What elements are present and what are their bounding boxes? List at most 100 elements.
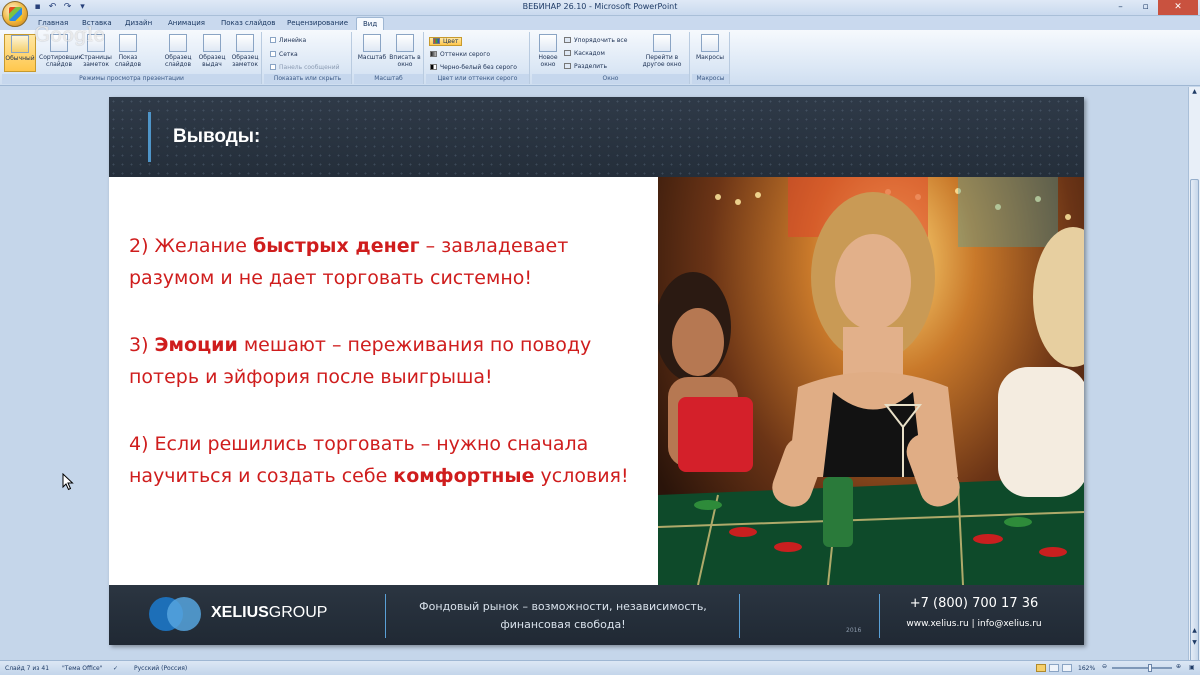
- close-icon[interactable]: ✕: [1158, 0, 1198, 15]
- black-white-option[interactable]: Черно-белый без серого: [430, 64, 517, 71]
- slideshow-button[interactable]: Показ слайдов: [112, 34, 144, 68]
- slideshow-icon: [119, 34, 137, 52]
- group-label-show-hide: Показать или скрыть: [264, 74, 351, 84]
- status-bar: Слайд 7 из 41 "Тема Office" ✓ Русский (Р…: [0, 660, 1200, 675]
- color-option[interactable]: Цвет: [429, 37, 463, 46]
- point-2: 2) Желание быстрых денег – завладевает р…: [129, 235, 569, 289]
- maximize-icon[interactable]: ▫: [1133, 0, 1158, 15]
- macros-button[interactable]: Макросы: [694, 34, 726, 61]
- zoom-button[interactable]: Масштаб: [356, 34, 388, 61]
- split-icon: [564, 63, 571, 69]
- magnifier-icon: [363, 34, 381, 52]
- group-color: Цвет Оттенки серого Черно-белый без серо…: [426, 32, 530, 84]
- new-window-button[interactable]: Новое окно: [532, 34, 564, 68]
- zoom-level[interactable]: 162%: [1078, 665, 1095, 672]
- brand-logo-text: XELIUSGROUP: [211, 604, 328, 621]
- spellcheck-icon[interactable]: ✓: [113, 665, 118, 672]
- slideshow-status-icon[interactable]: [1062, 664, 1072, 672]
- tab-slideshow[interactable]: Показ слайдов: [215, 17, 281, 29]
- slide[interactable]: Выводы: 2) Желание быстрых денег – завла…: [109, 97, 1084, 645]
- macros-icon: [701, 34, 719, 52]
- tab-view[interactable]: Вид: [356, 17, 385, 30]
- ribbon: Обычный Сортировщик слайдов Страницы зам…: [0, 30, 1200, 86]
- casino-photo[interactable]: [658, 177, 1084, 585]
- ruler-checkbox[interactable]: Линейка: [270, 37, 306, 44]
- new-window-icon: [539, 34, 557, 52]
- google-watermark: Google: [34, 22, 106, 46]
- handout-master-button[interactable]: Образец выдач: [196, 34, 228, 68]
- notes-master-icon: [236, 34, 254, 52]
- scroll-up-icon[interactable]: ▲: [1190, 88, 1199, 97]
- footer-tagline: Фондовый рынок – возможности, независимо…: [393, 598, 733, 634]
- arrange-all-icon: [564, 37, 571, 43]
- vertical-scrollbar[interactable]: ▲ ▲ ▼: [1188, 87, 1200, 675]
- footer-divider: [739, 594, 740, 638]
- point-4: 4) Если решились торговать – нужно снача…: [129, 433, 629, 487]
- fit-window-icon: [396, 34, 414, 52]
- switch-window-icon: [653, 34, 671, 52]
- cascade-button[interactable]: Каскадом: [564, 50, 605, 57]
- tab-review[interactable]: Рецензирование: [281, 17, 354, 29]
- notes-master-button[interactable]: Образец заметок: [229, 34, 261, 68]
- grayscale-option[interactable]: Оттенки серого: [430, 51, 490, 58]
- mouse-cursor-icon: [62, 473, 74, 491]
- zoom-out-icon[interactable]: ⊖: [1102, 663, 1107, 670]
- slide-master-button[interactable]: Образец слайдов: [162, 34, 194, 68]
- grayscale-swatch-icon: [430, 51, 437, 57]
- group-zoom: Масштаб Вписать в окно Масштаб: [354, 32, 424, 84]
- group-show-hide: Линейка Сетка Панель сообщений Показать …: [264, 32, 352, 84]
- header-accent-bar: [148, 112, 151, 162]
- status-slide-info: Слайд 7 из 41: [5, 665, 50, 672]
- scrollbar-thumb[interactable]: [1190, 179, 1199, 675]
- tab-animation[interactable]: Анимация: [162, 17, 211, 29]
- slide-header: Выводы:: [109, 97, 1084, 177]
- xelius-logo-icon-overlay: [167, 597, 201, 631]
- group-label-color: Цвет или оттенки серого: [426, 74, 529, 84]
- footer-phone: +7 (800) 700 17 36: [909, 596, 1039, 611]
- zoom-in-icon[interactable]: ⊕: [1176, 663, 1181, 670]
- normal-view-status-icon[interactable]: [1036, 664, 1046, 672]
- office-button[interactable]: [2, 1, 28, 27]
- status-theme: "Тема Office": [62, 665, 103, 672]
- window-title: ВЕБИНАР 26.10 - Microsoft PowerPoint: [522, 2, 678, 11]
- group-label-window: Окно: [532, 74, 689, 84]
- tagline-line-2: финансовая свобода!: [500, 618, 626, 631]
- office-logo-icon: [9, 7, 22, 21]
- slide-footer: XELIUSGROUP Фондовый рынок – возможности…: [109, 585, 1084, 645]
- switch-window-button[interactable]: Перейти в другое окно: [638, 34, 686, 68]
- split-button[interactable]: Разделить: [564, 63, 607, 70]
- grid-checkbox[interactable]: Сетка: [270, 51, 298, 58]
- group-label-macros: Макросы: [692, 74, 729, 84]
- handout-master-icon: [203, 34, 221, 52]
- sorter-view-status-icon[interactable]: [1049, 664, 1059, 672]
- cascade-icon: [564, 50, 571, 56]
- zoom-slider-thumb[interactable]: [1148, 664, 1152, 672]
- color-swatch-icon: [433, 38, 440, 44]
- footer-website: www.xelius.ru | info@xelius.ru: [906, 619, 1042, 629]
- group-macros: Макросы Макросы: [692, 32, 730, 84]
- tagline-line-1: Фондовый рынок – возможности, независимо…: [419, 600, 707, 613]
- slide-master-icon: [169, 34, 187, 52]
- black-white-swatch-icon: [430, 64, 437, 70]
- group-label-views: Режимы просмотра презентации: [2, 74, 261, 84]
- normal-view-icon: [11, 35, 29, 53]
- slide-title[interactable]: Выводы:: [173, 126, 260, 148]
- zoom-slider[interactable]: [1112, 667, 1172, 669]
- point-3: 3) Эмоции мешают – переживания по поводу…: [129, 334, 592, 388]
- status-language[interactable]: Русский (Россия): [134, 665, 187, 672]
- arrange-all-button[interactable]: Упорядочить все: [564, 37, 627, 44]
- normal-view-button[interactable]: Обычный: [4, 34, 36, 72]
- next-slide-icon[interactable]: ▼: [1190, 639, 1199, 648]
- fit-slide-icon[interactable]: ▣: [1189, 664, 1195, 671]
- prev-slide-icon[interactable]: ▲: [1190, 627, 1199, 636]
- window-controls: – ▫ ✕: [1108, 0, 1198, 15]
- title-bar: ▪ ↶ ↷ ▾ ВЕБИНАР 26.10 - Microsoft PowerP…: [0, 0, 1200, 16]
- footer-year: 2016: [846, 627, 862, 634]
- minimize-icon[interactable]: –: [1108, 0, 1133, 15]
- fit-to-window-button[interactable]: Вписать в окно: [389, 34, 421, 68]
- ribbon-tabs: Главная Вставка Дизайн Анимация Показ сл…: [0, 16, 1200, 30]
- casino-photo-illustration: [658, 177, 1084, 585]
- slide-body-text[interactable]: 2) Желание быстрых денег – завладевает р…: [129, 230, 659, 527]
- tab-design[interactable]: Дизайн: [119, 17, 158, 29]
- message-bar-checkbox[interactable]: Панель сообщений: [270, 64, 340, 71]
